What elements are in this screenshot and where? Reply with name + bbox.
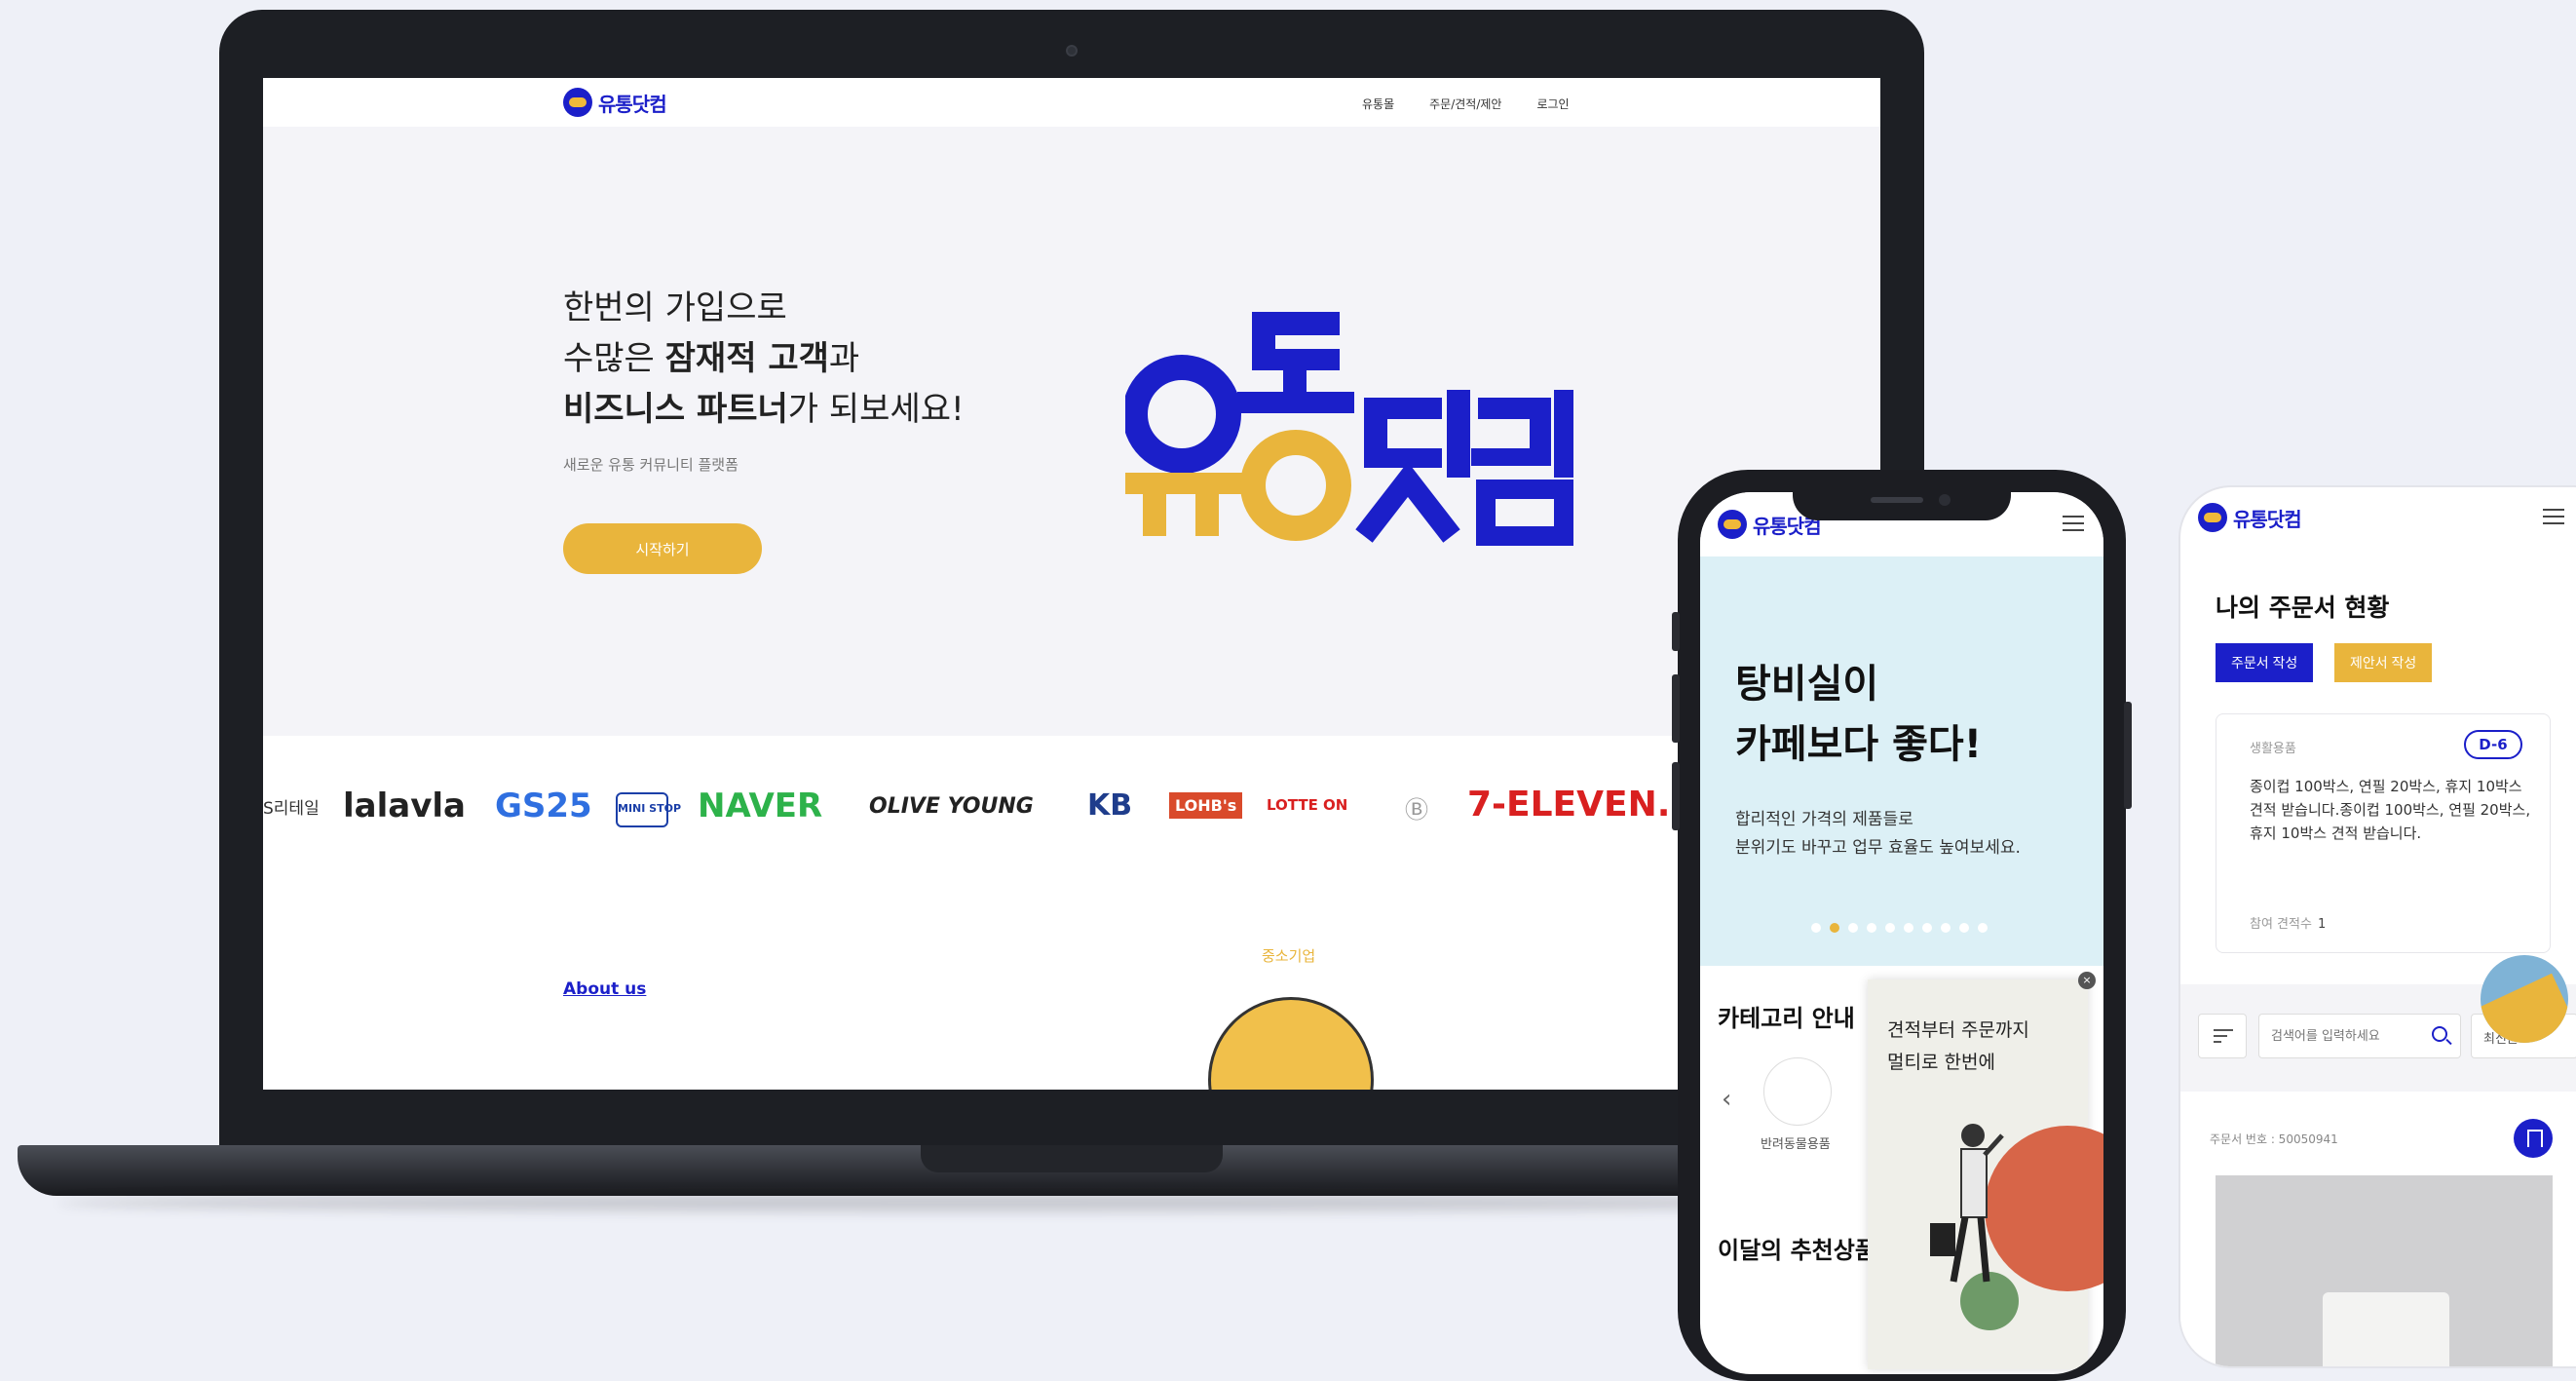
brand-logo: LOHB's: [1169, 792, 1243, 819]
laptop-shadow: [58, 1194, 1910, 1211]
logo-text: 유통닷컴: [2233, 507, 2302, 531]
brand-logo: Ⓑ: [1405, 796, 1428, 824]
laptop-hinge-notch: [921, 1145, 1223, 1172]
chevron-left-icon[interactable]: ‹: [1722, 1085, 1731, 1114]
carousel-dot[interactable]: [1959, 923, 1969, 933]
phone-side-button: [1672, 612, 1680, 651]
phone-screen-front: 유통닷컴 탕비실이 카페보다 좋다! 합리적인 가격의 제품들로 분위기도 바꾸…: [1700, 492, 2103, 1374]
phone-side-button: [1672, 674, 1680, 743]
bid-count: 참여 견적수 1: [2250, 917, 2327, 932]
promo-banner: 탕비실이 카페보다 좋다! 합리적인 가격의 제품들로 분위기도 바꾸고 업무 …: [1700, 556, 2103, 966]
hero-line-1: 한번의 가입으로: [563, 288, 787, 327]
category-label[interactable]: 반려동물용품: [1761, 1133, 1831, 1152]
page-title: 나의 주문서 현황: [2216, 594, 2390, 622]
order-number: 주문서 번호 : 50050941: [2210, 1132, 2338, 1146]
carousel-dot-active[interactable]: [1830, 923, 1839, 933]
paper-cup-graphic: [2323, 1292, 2449, 1366]
start-button[interactable]: 시작하기: [563, 523, 762, 574]
bookmark-icon[interactable]: [2514, 1119, 2553, 1158]
search-input[interactable]: [2258, 1014, 2461, 1058]
brand-logo: KB: [1087, 788, 1133, 823]
phone-side-button: [2124, 702, 2132, 809]
partner-brands-strip: S리테일 lalavla GS25 MINI STOP NAVER OLIVE …: [263, 736, 1880, 892]
phone-camera: [1939, 494, 1951, 506]
pet-supplies-icon[interactable]: [1763, 1057, 1832, 1126]
close-icon[interactable]: ×: [2078, 972, 2096, 989]
search-icon[interactable]: [2432, 1026, 2447, 1042]
hero-subtitle: 새로운 유통 커뮤니티 플랫폼: [563, 456, 739, 474]
carousel-dot[interactable]: [1941, 923, 1951, 933]
banner-title: 탕비실이 카페보다 좋다!: [1735, 662, 1982, 767]
mobile-logo[interactable]: 유통닷컴: [2198, 503, 2302, 532]
popup-text: 견적부터 주문까지 멀티로 한번에: [1887, 1019, 2029, 1073]
logo-badge-icon: [1718, 510, 1747, 539]
carousel-dot[interactable]: [1885, 923, 1895, 933]
product-image: [2216, 1175, 2553, 1366]
order-description: 종이컵 100박스, 연필 20박스, 휴지 10박스 견적 받습니다.종이컵 …: [2250, 778, 2531, 842]
phone-side-button: [1672, 762, 1680, 830]
carousel-dots: [1811, 923, 1988, 933]
brand-logo: LOTTE ON: [1267, 796, 1348, 814]
brand-logo: MINI STOP: [616, 792, 681, 827]
carousel-dot[interactable]: [1848, 923, 1858, 933]
logo-badge-icon: [2198, 503, 2227, 532]
write-order-button[interactable]: 주문서 작성: [2216, 643, 2314, 682]
phone-screen-back: 유통닷컴 나의 주문서 현황 주문서 작성 제안서 작성 생활용품 D-6 종이…: [2178, 485, 2576, 1368]
mobile-header: 유통닷컴: [2180, 487, 2576, 556]
phone-notch: [1793, 485, 2011, 520]
sort-icon: [2214, 1029, 2233, 1043]
order-card[interactable]: 생활용품 D-6 종이컵 100박스, 연필 20박스, 휴지 10박스 견적 …: [2216, 713, 2551, 953]
hero-headline: 한번의 가입으로 수많은 잠재적 고객과 비즈니스 파트너가 되보세요!: [563, 283, 965, 435]
menu-icon[interactable]: [2063, 516, 2084, 531]
hero-line-3: 비즈니스 파트너가 되보세요!: [563, 390, 965, 429]
menu-icon[interactable]: [2543, 509, 2564, 524]
nav-item-mall[interactable]: 유통몰: [1362, 96, 1394, 112]
yellow-circle-graphic: [1208, 997, 1374, 1090]
laptop-screen: 유통닷컴 유통몰 주문/견적/제안 로그인 한번의 가입으로 수많은 잠재적 고…: [263, 78, 1880, 1090]
site-logo[interactable]: 유통닷컴: [563, 88, 667, 117]
floating-action-button[interactable]: [2481, 955, 2568, 1043]
category-title: 카테고리 안내: [1718, 1005, 1855, 1032]
nav-item-order[interactable]: 주문/견적/제안: [1429, 96, 1501, 112]
laptop-camera: [1066, 45, 1078, 57]
order-category: 생활용품: [2250, 742, 2296, 756]
brand-logo: 7-ELEVEN.: [1467, 785, 1671, 825]
banner-description: 합리적인 가격의 제품들로 분위기도 바꾸고 업무 효율도 높여보세요.: [1735, 810, 2021, 858]
write-proposal-button[interactable]: 제안서 작성: [2334, 643, 2433, 682]
recommend-title: 이달의 추천상품: [1718, 1237, 1876, 1264]
logo-text: 유통닷컴: [598, 92, 667, 116]
brand-logo: S리테일: [263, 799, 320, 819]
carousel-dot[interactable]: [1978, 923, 1988, 933]
site-header: 유통닷컴 유통몰 주문/견적/제안 로그인: [263, 78, 1880, 127]
businessman-illustration: [1930, 1124, 2004, 1283]
about-section: 중소기업 About us: [263, 892, 1880, 1090]
brand-logo: lalavla: [343, 786, 466, 825]
main-nav: 유통몰 주문/견적/제안 로그인: [1362, 96, 1570, 112]
phone-speaker: [1871, 497, 1923, 503]
brand-logo: GS25: [495, 786, 592, 825]
nav-item-login[interactable]: 로그인: [1536, 96, 1569, 112]
big-brand-logo: [1125, 312, 1573, 546]
sme-label: 중소기업: [1262, 947, 1316, 965]
brand-logo: NAVER: [698, 786, 823, 825]
brand-logo: OLIVE YOUNG: [869, 794, 1034, 819]
promo-popup[interactable]: × 견적부터 주문까지 멀티로 한번에: [1868, 972, 2103, 1369]
sort-button[interactable]: [2198, 1014, 2247, 1058]
logo-badge-icon: [563, 88, 592, 117]
about-us-link[interactable]: About us: [563, 979, 646, 999]
carousel-dot[interactable]: [1904, 923, 1913, 933]
dday-badge: D-6: [2464, 730, 2522, 759]
carousel-dot[interactable]: [1922, 923, 1932, 933]
carousel-dot[interactable]: [1867, 923, 1876, 933]
hero-line-2: 수많은 잠재적 고객과: [563, 339, 860, 378]
carousel-dot[interactable]: [1811, 923, 1821, 933]
